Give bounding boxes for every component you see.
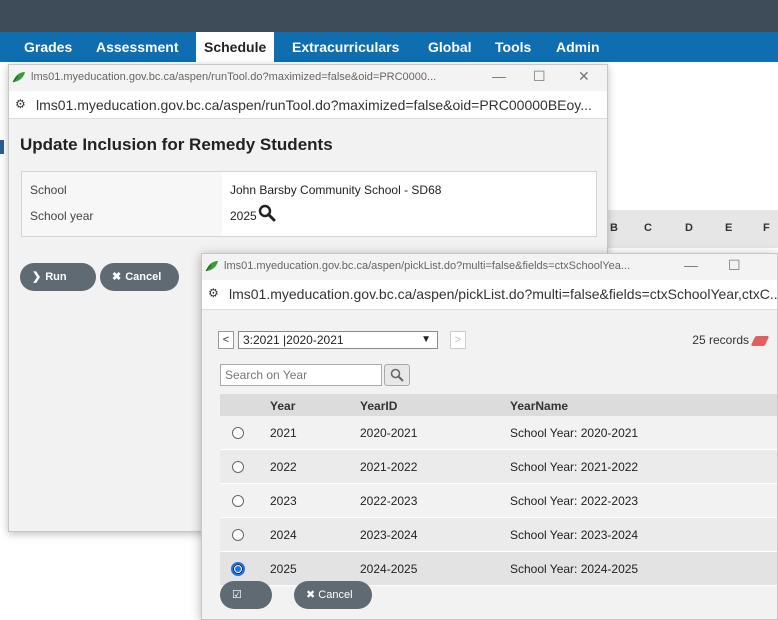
site-info-icon[interactable]: ⚙ [15,97,26,111]
picklist-content: < 3:2021 |2020-2021 ▼ > 25 records Year … [202,311,777,619]
column-header-yearid[interactable]: YearID [360,399,397,413]
minimize-icon[interactable]: — [492,68,506,84]
column-header-year[interactable]: Year [270,399,295,413]
column-letter: B [610,222,618,234]
search-icon[interactable] [258,204,276,222]
column-letter: D [685,222,693,234]
top-dark-bar [0,0,778,32]
school-value: John Barsby Community School - SD68 [230,183,442,197]
main-nav: Grades Assessment Schedule Extracurricul… [0,32,778,62]
page-select[interactable]: 3:2021 |2020-2021 ▼ [238,331,438,349]
eraser-icon[interactable] [750,335,770,346]
label-column [22,172,222,236]
chevron-down-icon: ▼ [421,334,431,345]
check-icon: ☑ [232,589,242,601]
row-radio[interactable] [232,495,244,507]
tab-global[interactable]: Global [420,32,480,62]
window-title-bar[interactable]: lms01.myeducation.gov.bc.ca/aspen/runToo… [9,65,607,91]
table-row[interactable]: 2021 2020-2021 School Year: 2020-2021 [220,416,777,450]
records-count: 25 records [692,333,770,347]
maximize-icon[interactable]: ☐ [533,68,546,85]
run-button[interactable]: ❯ Run [20,263,96,291]
table-row[interactable]: 2024 2023-2024 School Year: 2023-2024 [220,518,777,552]
tab-assessment[interactable]: Assessment [88,32,187,62]
table-row[interactable]: 2023 2022-2023 School Year: 2022-2023 [220,484,777,518]
background-accent [0,140,4,154]
aspen-leaf-icon [12,72,25,83]
column-letter: F [763,222,770,234]
picklist-cancel-button[interactable]: ✖ Cancel [294,581,372,609]
school-year-value[interactable]: 2025 [230,209,257,223]
column-header-yearname[interactable]: YearName [510,399,568,413]
row-radio-selected[interactable] [231,562,245,576]
table-row[interactable]: 2022 2021-2022 School Year: 2021-2022 [220,450,777,484]
address-url: lms01.myeducation.gov.bc.ca/aspen/pickLi… [229,286,778,302]
address-url: lms01.myeducation.gov.bc.ca/aspen/runToo… [36,97,592,113]
row-radio[interactable] [232,529,244,541]
search-icon [390,368,404,382]
page-title: Update Inclusion for Remedy Students [20,135,333,154]
tab-admin[interactable]: Admin [548,32,608,62]
window-title: lms01.myeducation.gov.bc.ca/aspen/runToo… [31,71,437,83]
tab-grades[interactable]: Grades [16,32,80,62]
aspen-leaf-icon [205,261,218,272]
school-year-label: School year [30,209,94,223]
window-title: lms01.myeducation.gov.bc.ca/aspen/pickLi… [224,260,631,272]
ok-button[interactable]: ☑ OK [220,581,272,619]
x-icon: ✖ [306,589,316,601]
window-title-bar[interactable]: lms01.myeducation.gov.bc.ca/aspen/pickLi… [202,254,777,280]
prev-page-button[interactable]: < [218,331,234,349]
tab-tools[interactable]: Tools [487,32,539,62]
search-input[interactable] [220,364,382,386]
tool-input-form: School John Barsby Community School - SD… [21,171,597,237]
address-bar[interactable]: ⚙ lms01.myeducation.gov.bc.ca/aspen/pick… [202,280,777,310]
next-page-button[interactable]: > [450,331,466,349]
x-icon: ✖ [112,271,122,283]
site-info-icon[interactable]: ⚙ [208,286,219,300]
maximize-icon[interactable]: ☐ [728,257,741,274]
play-icon: ❯ [32,271,42,283]
tab-schedule[interactable]: Schedule [196,32,275,62]
address-bar[interactable]: ⚙ lms01.myeducation.gov.bc.ca/aspen/runT… [9,91,607,119]
search-button[interactable] [384,364,410,386]
table-header: Year YearID YearName [220,394,777,416]
school-label: School [30,183,67,197]
column-letter: C [644,222,652,234]
minimize-icon[interactable]: — [684,257,698,273]
picklist-popup-window: lms01.myeducation.gov.bc.ca/aspen/pickLi… [201,253,778,620]
row-radio[interactable] [232,427,244,439]
close-icon[interactable]: ✕ [578,68,590,85]
cancel-button[interactable]: ✖ Cancel [100,263,179,291]
column-letter: E [725,222,733,234]
tab-extracurriculars[interactable]: Extracurriculars [284,32,407,62]
background-column-headers: B C D E F [597,210,778,248]
row-radio[interactable] [232,461,244,473]
